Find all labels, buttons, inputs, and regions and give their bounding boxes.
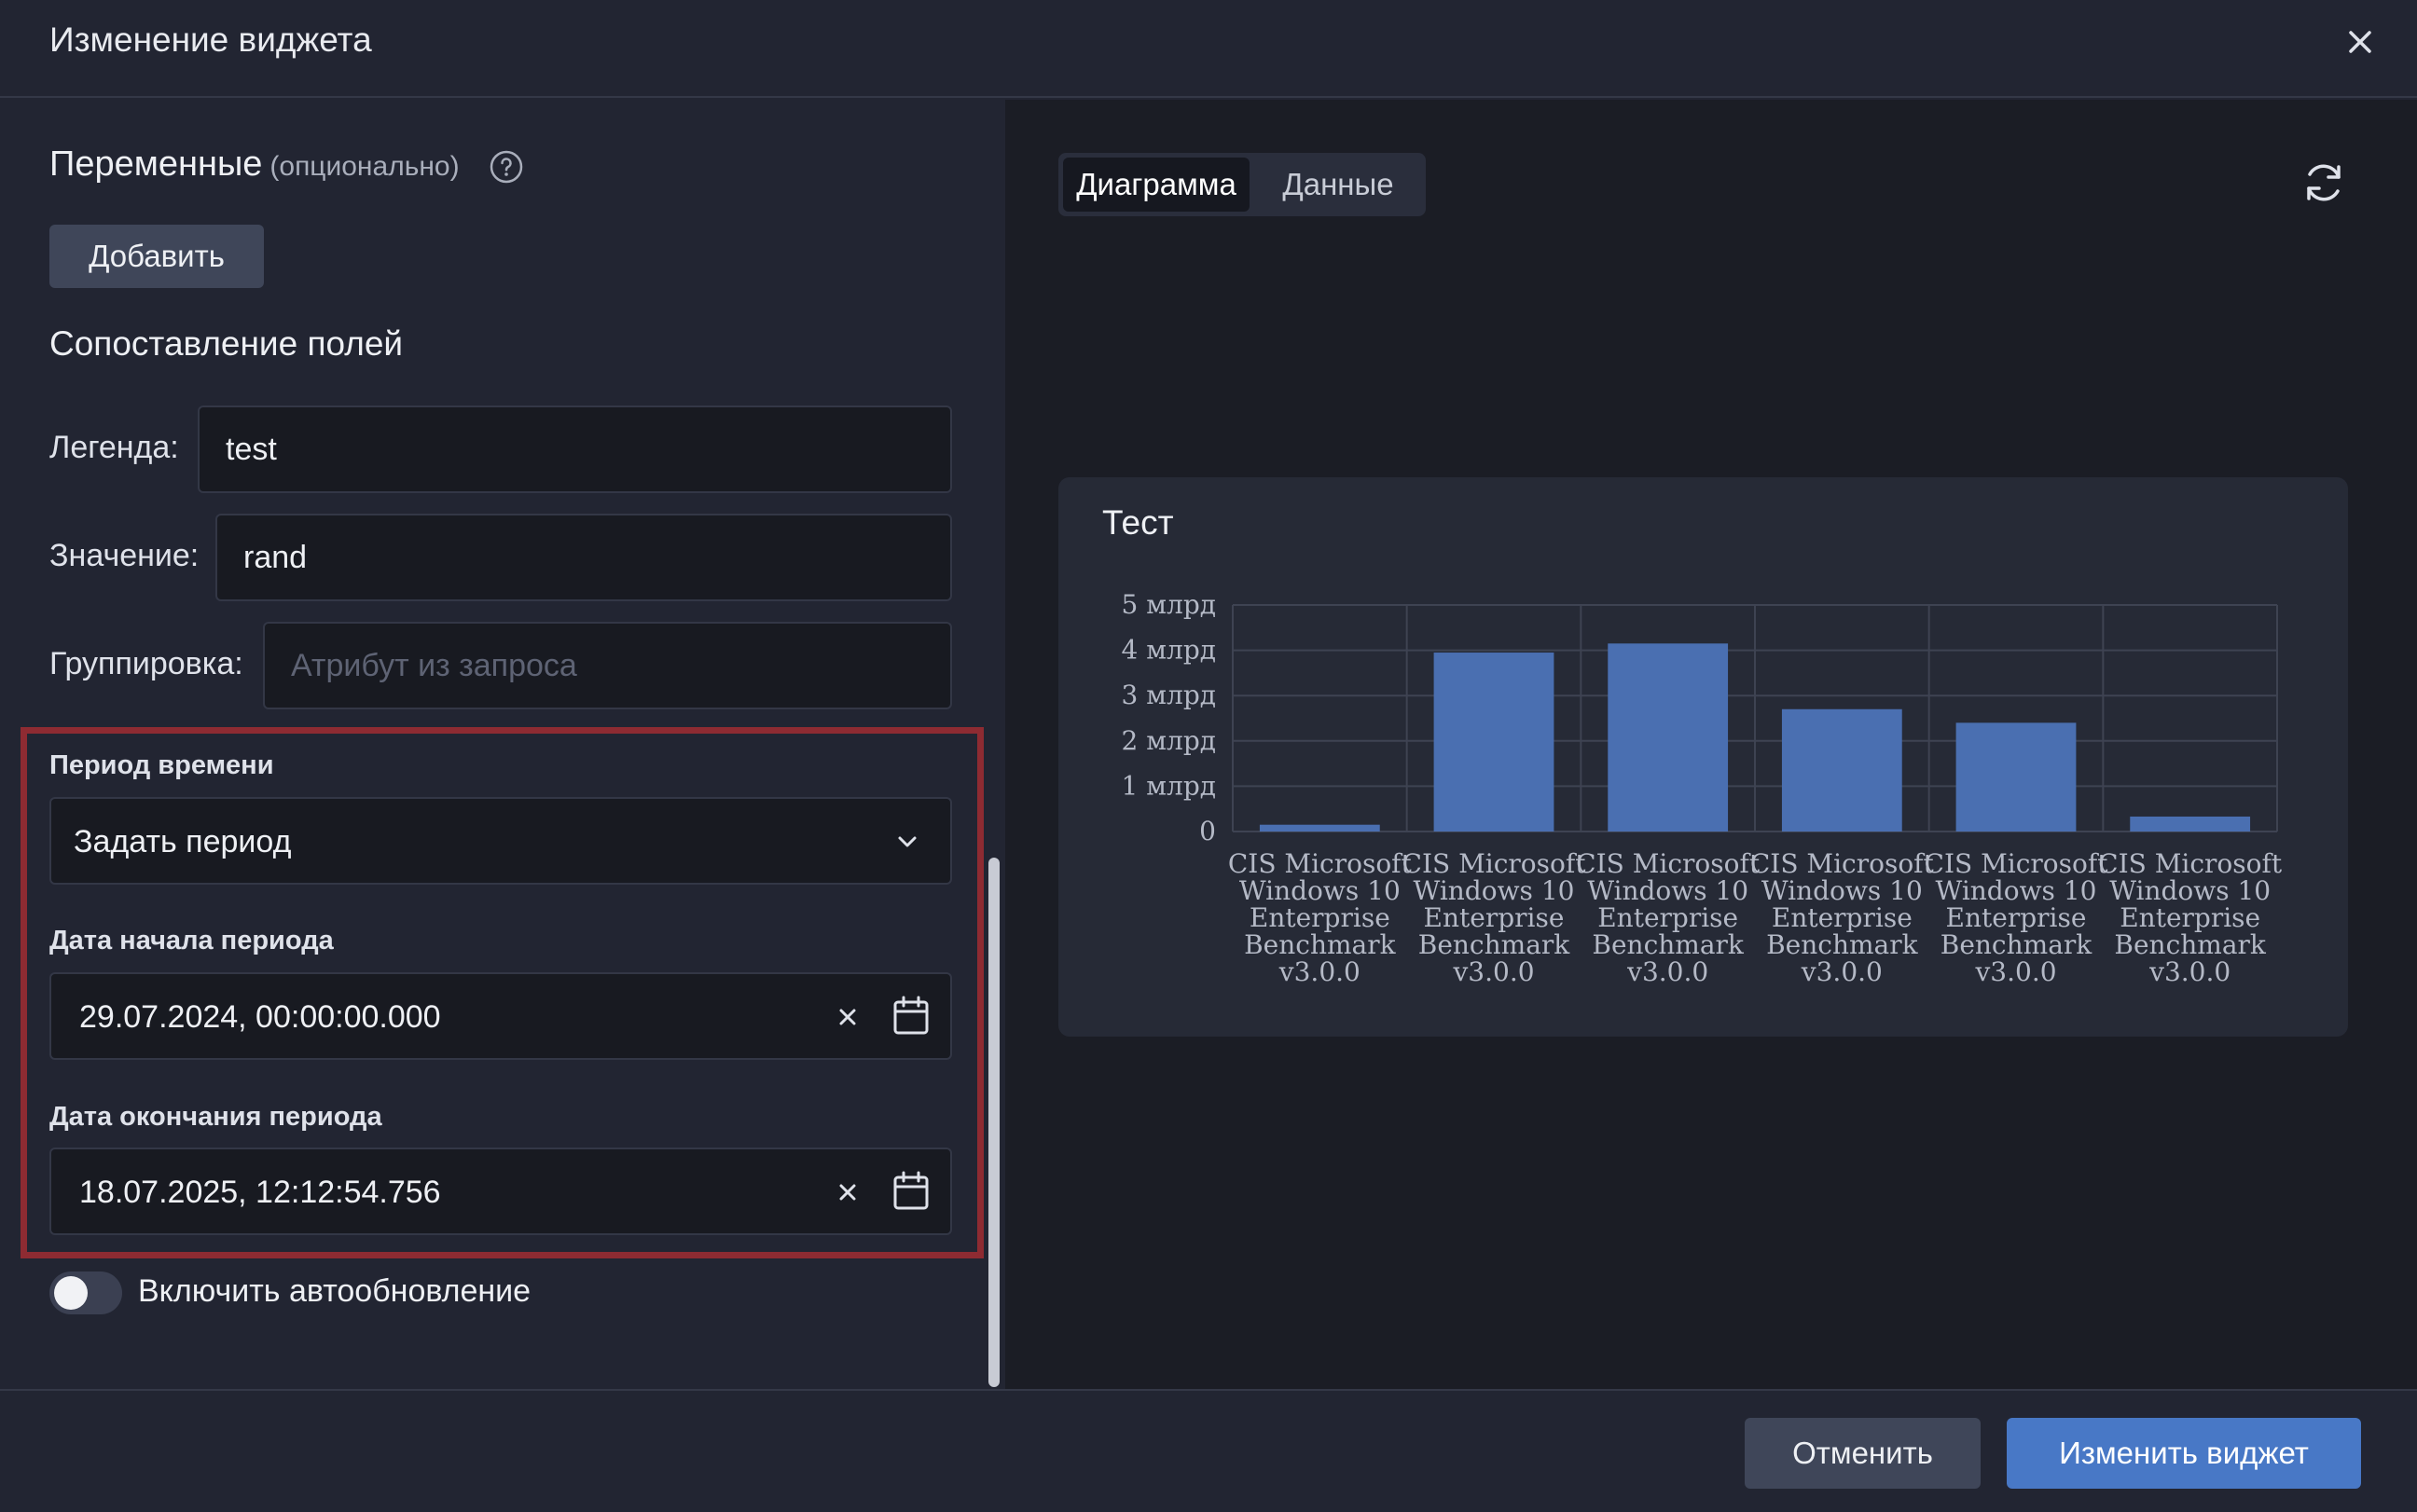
end-date-value: 18.07.2025, 12:12:54.756	[79, 1175, 441, 1210]
autorefresh-label: Включить автообновление	[138, 1273, 532, 1309]
end-date-label: Дата окончания периода	[49, 1102, 382, 1132]
help-icon[interactable]	[489, 149, 524, 185]
chart-card: Тест 01 млрд 2 млрд 3 млрд 4 млрд 5 млрд CIS …	[1058, 477, 2348, 1037]
value-field-value: rand	[243, 539, 308, 575]
x-tick-label: CIS Microsoft Windows 10 Enterprise Benchma…	[1576, 848, 1761, 987]
bar	[1259, 824, 1380, 832]
add-variable-button[interactable]: Добавить	[49, 225, 264, 288]
legend-label: Легенда:	[49, 430, 179, 465]
y-tick-label: 0	[1199, 816, 1216, 846]
x-tick-label: CIS Microsoft Windows 10 Enterprise Benchma…	[1925, 848, 2109, 987]
y-tick-label: 2 млрд	[1122, 725, 1216, 756]
start-date-value: 29.07.2024, 00:00:00.000	[79, 999, 441, 1035]
calendar-icon[interactable]	[892, 1171, 930, 1212]
bar	[1608, 643, 1729, 832]
calendar-icon[interactable]	[892, 996, 930, 1037]
grouping-placeholder: Атрибут из запроса	[291, 647, 577, 683]
x-tick-label: CIS Microsoft Windows 10 Enterprise Benchma…	[2098, 848, 2283, 987]
update-widget-button[interactable]: Изменить виджет	[2007, 1418, 2361, 1489]
x-tick-label: CIS Microsoft Windows 10 Enterprise Benchma…	[1402, 848, 1587, 987]
grouping-label: Группировка:	[49, 646, 243, 681]
cancel-button[interactable]: Отменить	[1745, 1418, 1981, 1489]
tab-chart[interactable]: Диаграмма	[1063, 158, 1250, 212]
close-icon	[2349, 31, 2371, 53]
value-label: Значение:	[49, 538, 200, 573]
value-input[interactable]: rand	[215, 514, 952, 601]
bar	[1955, 722, 2077, 832]
settings-scrollbar[interactable]	[988, 858, 1000, 1387]
preview-tabs: Диаграмма Данные	[1058, 153, 1426, 216]
refresh-icon[interactable]	[2300, 158, 2348, 207]
bar	[1433, 653, 1554, 832]
y-tick-label: 4 млрд	[1122, 635, 1216, 666]
bar-chart: 0 1 млрд 2 млрд 3 млрд 4 млрд 5 млрд CIS Micro…	[1122, 589, 2283, 987]
clear-end-icon[interactable]	[833, 1177, 863, 1207]
y-tick-label: 5 млрд	[1122, 589, 1216, 620]
x-tick-label: CIS Microsoft Windows 10 Enterprise Benchma…	[1750, 848, 1935, 987]
legend-value: test	[226, 431, 277, 467]
period-select[interactable]: Задать период	[49, 797, 952, 885]
bar	[2130, 816, 2251, 832]
end-date-input[interactable]: 18.07.2025, 12:12:54.756	[49, 1148, 952, 1235]
dialog-header: Изменение виджета	[0, 0, 2417, 98]
y-tick-label: 3 млрд	[1122, 680, 1216, 710]
autorefresh-toggle[interactable]	[49, 1271, 122, 1314]
period-label: Период времени	[49, 750, 274, 780]
toggle-knob	[54, 1276, 88, 1310]
y-tick-label: 1 млрд	[1122, 770, 1216, 801]
period-selected: Задать период	[74, 824, 292, 859]
tab-data[interactable]: Данные	[1254, 158, 1422, 212]
x-tick-label: CIS Microsoft Windows 10 Enterprise Benchma…	[1228, 848, 1413, 987]
bar	[1781, 708, 1902, 832]
close-button[interactable]	[2339, 21, 2382, 63]
grouping-input[interactable]: Атрибут из запроса	[263, 622, 952, 709]
legend-input[interactable]: test	[198, 405, 952, 493]
chevron-down-icon	[898, 836, 917, 847]
start-date-label: Дата начала периода	[49, 926, 334, 955]
variables-title: Переменные	[49, 144, 263, 184]
variables-heading: Переменные (опционально)	[49, 144, 460, 185]
start-date-input[interactable]: 29.07.2024, 00:00:00.000	[49, 972, 952, 1060]
optional-hint: (опционально)	[269, 151, 460, 182]
clear-start-icon[interactable]	[833, 1002, 863, 1032]
mapping-title: Сопоставление полей	[49, 324, 404, 363]
dialog-title: Изменение виджета	[49, 21, 372, 59]
